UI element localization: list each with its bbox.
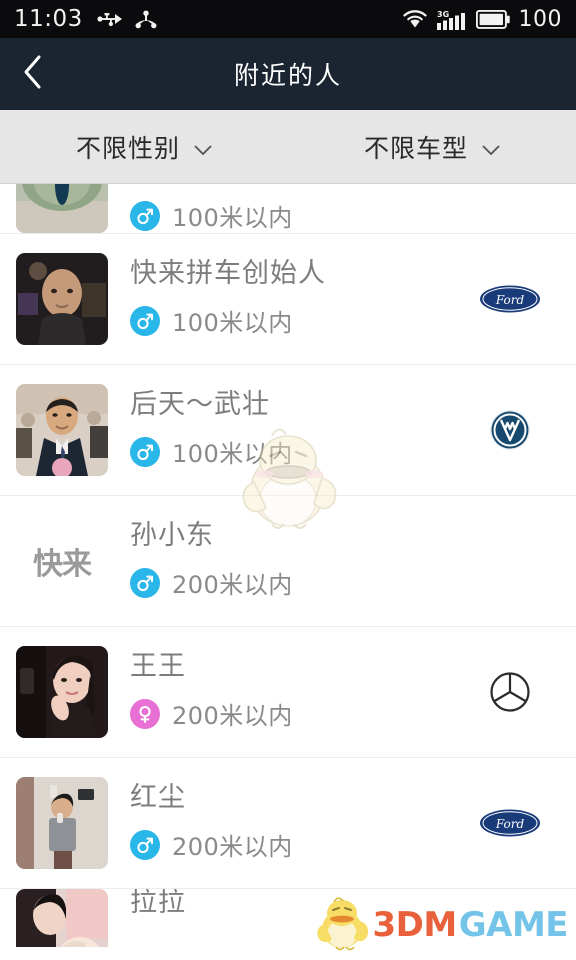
gender-filter[interactable]: 不限性别 xyxy=(0,129,288,165)
distance-label: 200米以内 xyxy=(172,571,293,599)
status-bar: 11:03 3G 100 xyxy=(0,0,576,38)
user-name: 后天～武壮 xyxy=(130,389,270,420)
photo-peacock xyxy=(16,184,108,233)
user-info: 王王 200米以内 xyxy=(130,653,474,731)
filter-bar: 不限性别 不限车型 xyxy=(0,110,576,184)
title-bar: 附近的人 xyxy=(0,38,576,110)
bluetooth-share-icon xyxy=(135,10,157,29)
distance-line: 200米以内 xyxy=(130,827,474,862)
user-name: 孙小东 xyxy=(130,520,214,551)
user-info: 红尘 200米以内 xyxy=(130,784,474,862)
nearby-people-list[interactable]: 100米以内 快来拼车创始人 100米以内 Ford 后天～武壮 100米以内 … xyxy=(0,184,576,959)
avatar[interactable] xyxy=(16,777,108,869)
photo-man-jacket xyxy=(16,253,108,345)
list-item[interactable]: 拉拉 xyxy=(0,889,576,947)
usb-icon xyxy=(97,11,123,27)
user-name: 王王 xyxy=(130,651,186,682)
car-brand-logo xyxy=(474,184,546,233)
avatar[interactable] xyxy=(16,253,108,345)
car-type-filter-label: 不限车型 xyxy=(363,133,468,163)
status-time: 11:03 xyxy=(14,6,83,32)
car-brand-logo xyxy=(474,889,546,947)
wifi-icon xyxy=(402,9,428,29)
distance-line: 200米以内 xyxy=(130,565,474,600)
car-brand-logo xyxy=(474,525,546,597)
gender-badge-male xyxy=(130,305,160,336)
mercedes-logo-icon xyxy=(490,672,530,712)
car-brand-logo xyxy=(474,656,546,728)
male-symbol-icon xyxy=(137,837,153,853)
distance-line: 100米以内 xyxy=(130,434,474,469)
photo-man-mirror xyxy=(16,777,108,869)
distance-label: 100米以内 xyxy=(172,440,293,468)
list-item[interactable]: 100米以内 xyxy=(0,184,576,234)
back-button[interactable] xyxy=(0,38,66,110)
photo-woman-selfie xyxy=(16,646,108,738)
battery-percent: 100 xyxy=(518,6,562,32)
chevron-down-icon xyxy=(194,141,212,155)
distance-label: 200米以内 xyxy=(172,833,293,861)
female-symbol-icon xyxy=(139,705,151,723)
chevron-down-icon xyxy=(482,141,500,155)
svg-text:Ford: Ford xyxy=(495,293,525,307)
gender-badge-male xyxy=(130,436,160,467)
gender-badge-female xyxy=(130,698,160,729)
list-item[interactable]: 王王 200米以内 xyxy=(0,627,576,758)
battery-icon xyxy=(475,9,510,29)
male-symbol-icon xyxy=(137,208,153,224)
distance-label: 200米以内 xyxy=(172,702,293,730)
status-left-icons xyxy=(97,10,157,29)
user-name: 快来拼车创始人 xyxy=(130,258,326,289)
car-type-filter[interactable]: 不限车型 xyxy=(288,129,576,165)
car-brand-logo xyxy=(474,394,546,466)
gender-badge-male xyxy=(130,200,160,231)
avatar[interactable] xyxy=(16,384,108,476)
list-item[interactable]: 快来 孙小东 200米以内 xyxy=(0,496,576,627)
distance-line: 100米以内 xyxy=(130,303,474,338)
photo-woman-couple xyxy=(16,889,108,947)
user-name: 拉拉 xyxy=(130,889,186,918)
gender-filter-label: 不限性别 xyxy=(75,133,180,163)
car-brand-logo: Ford xyxy=(474,263,546,335)
gender-badge-male xyxy=(130,829,160,860)
user-info: 100米以内 xyxy=(130,198,474,233)
car-brand-logo: Ford xyxy=(474,787,546,859)
user-info: 后天～武壮 100米以内 xyxy=(130,391,474,469)
ford-logo-icon: Ford xyxy=(480,285,540,313)
svg-text:3G: 3G xyxy=(437,10,449,19)
avatar[interactable] xyxy=(16,646,108,738)
avatar[interactable] xyxy=(16,889,108,947)
svg-text:Ford: Ford xyxy=(495,817,525,831)
male-symbol-icon xyxy=(137,575,153,591)
avatar-placeholder-text: 快来 xyxy=(33,547,92,582)
status-right-icons: 3G 100 xyxy=(402,7,563,32)
list-item[interactable]: 红尘 200米以内 Ford xyxy=(0,758,576,889)
ford-logo-icon: Ford xyxy=(480,809,540,837)
user-name: 红尘 xyxy=(130,782,186,813)
avatar[interactable]: 快来 xyxy=(16,515,108,607)
male-symbol-icon xyxy=(137,444,153,460)
distance-label: 100米以内 xyxy=(172,204,293,232)
signal-3g-icon: 3G xyxy=(436,9,467,30)
volkswagen-logo-icon xyxy=(490,410,530,450)
page-title: 附近的人 xyxy=(233,61,342,90)
user-info: 拉拉 xyxy=(130,889,474,916)
user-info: 孙小东 200米以内 xyxy=(130,522,474,600)
chevron-left-icon xyxy=(22,54,44,94)
user-info: 快来拼车创始人 100米以内 xyxy=(130,260,474,338)
distance-label: 100米以内 xyxy=(172,309,293,337)
avatar[interactable] xyxy=(16,184,108,233)
placeholder-kuailai-logo: 快来 xyxy=(16,515,108,607)
list-item[interactable]: 后天～武壮 100米以内 xyxy=(0,365,576,496)
list-item[interactable]: 快来拼车创始人 100米以内 Ford xyxy=(0,234,576,365)
male-symbol-icon xyxy=(137,313,153,329)
distance-line: 200米以内 xyxy=(130,696,474,731)
gender-badge-male xyxy=(130,567,160,598)
photo-man-suit xyxy=(16,384,108,476)
distance-line: 100米以内 xyxy=(130,198,474,233)
